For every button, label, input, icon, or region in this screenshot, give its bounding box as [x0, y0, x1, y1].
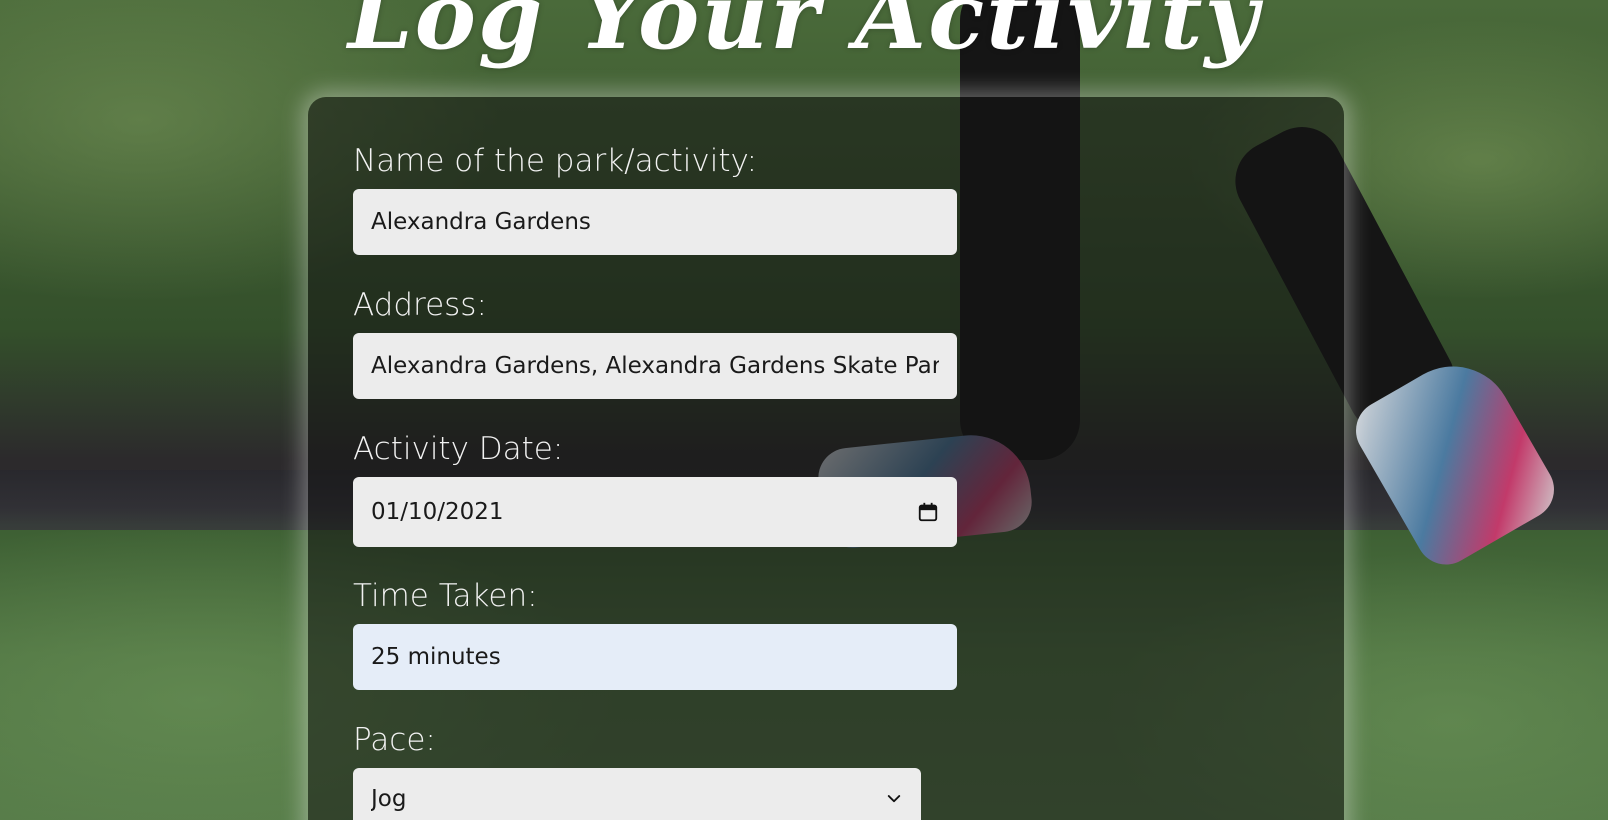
pace-label: Pace: [353, 722, 436, 758]
time-taken-value: 25 minutes [371, 644, 501, 670]
address-label: Address: [353, 287, 487, 323]
time-taken-input[interactable]: 25 minutes [353, 624, 957, 690]
park-name-label: Name of the park/activity: [353, 143, 758, 179]
page-title: Log Your Activity [347, 0, 1261, 70]
activity-date-label: Activity Date: [353, 431, 564, 467]
pace-select[interactable]: Jog [353, 768, 921, 820]
activity-date-input[interactable]: 01/10/2021 [353, 477, 957, 547]
time-taken-label: Time Taken: [353, 578, 538, 614]
address-input[interactable]: Alexandra Gardens, Alexandra Gardens Ska… [353, 333, 957, 399]
activity-date-value: 01/10/2021 [371, 499, 504, 525]
pace-selected-value: Jog [371, 786, 407, 812]
chevron-down-icon [887, 795, 901, 803]
calendar-icon[interactable] [917, 501, 939, 523]
park-name-input[interactable]: Alexandra Gardens [353, 189, 957, 255]
address-value: Alexandra Gardens, Alexandra Gardens Ska… [371, 353, 939, 379]
park-name-value: Alexandra Gardens [371, 209, 591, 235]
